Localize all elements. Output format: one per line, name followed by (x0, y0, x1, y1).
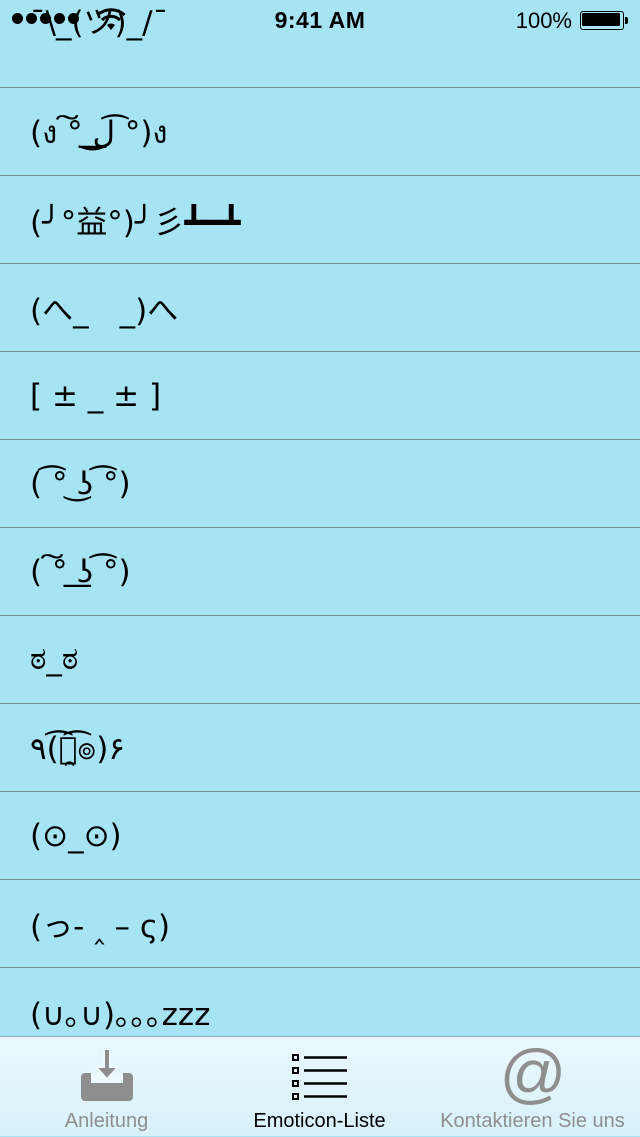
battery-icon (580, 11, 628, 30)
status-bar: 9:41 AM 100% (0, 0, 640, 40)
list-icon (291, 1054, 347, 1100)
tab-label: Kontaktieren Sie uns (440, 1110, 625, 1132)
list-item[interactable]: ( ͡° ͜ʖ ͡°) (0, 440, 640, 528)
emoticon-text: [ ± _ ± ] (30, 377, 162, 414)
emoticon-text: ٩(͡๏̯͡๏)۶ (30, 730, 126, 767)
list-item[interactable]: (⊙_⊙) (0, 792, 640, 880)
emoticon-text: (っ- ‸ – ς) (30, 909, 171, 945)
emoticon-text: ( ͠° ͟ʖ ͡°) (30, 553, 131, 590)
tab-anleitung[interactable]: Anleitung (0, 1037, 213, 1137)
tab-emoticon-liste[interactable]: Emoticon-Liste (213, 1037, 426, 1137)
list-item[interactable]: ಠ_ಠ (0, 616, 640, 704)
list-item[interactable]: (へ_ _)へ (0, 264, 640, 352)
emoticon-text: (╯°益°)╯彡┻━┻ (30, 205, 241, 241)
emoticon-list[interactable]: ¯\_(ツ)_/¯ (ง ͠° ͟ل͜ ͡°)ง (╯°益°)╯彡┻━┻ (へ_… (0, 0, 640, 1036)
emoticon-text: (へ_ _)へ (30, 293, 179, 329)
list-item[interactable]: (∪｡∪)｡｡｡zzz (0, 968, 640, 1036)
download-tray-icon (80, 1049, 133, 1101)
list-item[interactable]: (っ- ‸ – ς) (0, 880, 640, 968)
list-item[interactable]: (╯°益°)╯彡┻━┻ (0, 176, 640, 264)
emoticon-text: (∪｡∪)｡｡｡zzz (30, 997, 211, 1033)
list-item[interactable]: [ ± _ ± ] (0, 352, 640, 440)
emoticon-text: ( ͡° ͜ʖ ͡°) (30, 465, 131, 502)
at-sign-icon: @ (503, 1045, 563, 1105)
svg-text:@: @ (503, 1045, 563, 1105)
emoticon-text: (ง ͠° ͟ل͜ ͡°)ง (30, 114, 168, 151)
list-item[interactable]: (ง ͠° ͟ل͜ ͡°)ง (0, 88, 640, 176)
emoticon-text: ಠ_ಠ (30, 641, 79, 677)
tab-label: Anleitung (64, 1110, 149, 1132)
emoticon-text: (⊙_⊙) (30, 817, 122, 854)
tab-label: Emoticon-Liste (253, 1110, 386, 1132)
list-item[interactable]: ٩(͡๏̯͡๏)۶ (0, 704, 640, 792)
list-item[interactable]: ( ͠° ͟ʖ ͡°) (0, 528, 640, 616)
tab-kontakt[interactable]: @ Kontaktieren Sie uns (426, 1037, 639, 1137)
tab-bar: Anleitung Emoticon-Liste @ Kontaktieren … (0, 1036, 640, 1136)
battery-percentage: 100% (515, 8, 572, 33)
